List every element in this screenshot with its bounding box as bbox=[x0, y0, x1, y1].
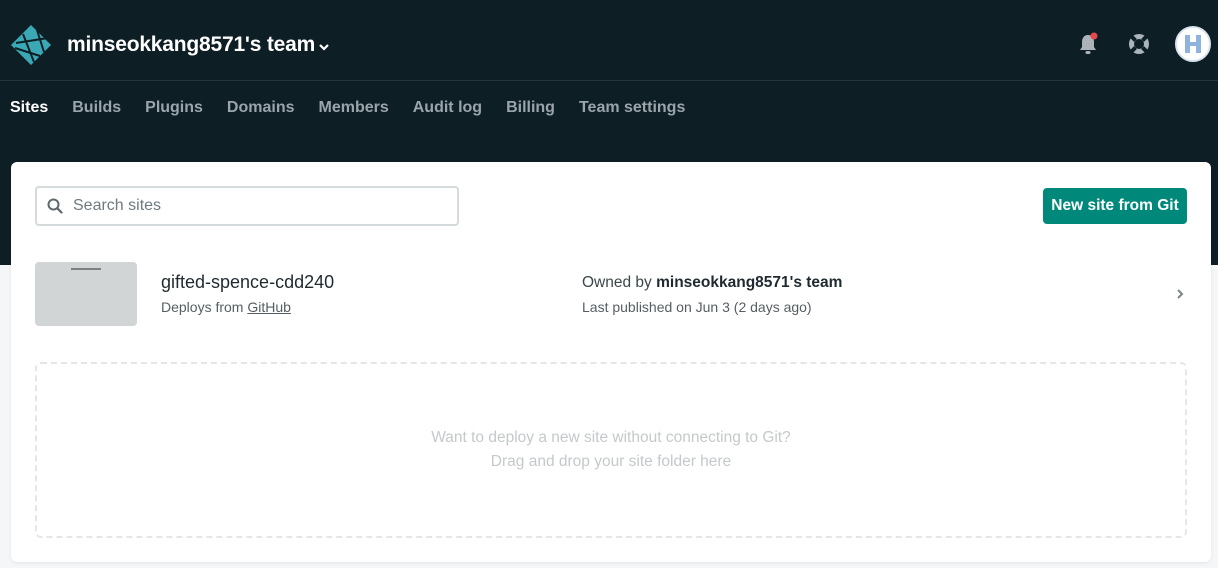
new-site-from-git-button[interactable]: New site from Git bbox=[1043, 188, 1187, 224]
dropzone-line-2: Drag and drop your site folder here bbox=[490, 453, 732, 470]
deploy-source: Deploys from GitHub bbox=[161, 299, 291, 315]
site-thumbnail bbox=[35, 262, 137, 326]
team-nav: Sites Builds Plugins Domains Members Aud… bbox=[0, 99, 699, 123]
chevron-down-icon bbox=[319, 33, 329, 57]
tab-plugins[interactable]: Plugins bbox=[145, 99, 203, 123]
avatar[interactable] bbox=[1175, 26, 1211, 62]
drag-drop-zone[interactable]: Want to deploy a new site without connec… bbox=[35, 362, 1187, 538]
search-icon bbox=[47, 198, 63, 214]
chevron-right-icon bbox=[1175, 287, 1187, 301]
tab-domains[interactable]: Domains bbox=[227, 99, 295, 123]
dropzone-line-1: Want to deploy a new site without connec… bbox=[431, 429, 791, 446]
tab-team-settings[interactable]: Team settings bbox=[579, 99, 685, 123]
lifebuoy-icon[interactable] bbox=[1126, 31, 1152, 57]
bell-icon[interactable] bbox=[1075, 31, 1101, 57]
team-switcher[interactable]: minseokkang8571's team bbox=[67, 33, 329, 57]
tab-sites[interactable]: Sites bbox=[10, 99, 48, 123]
tab-audit-log[interactable]: Audit log bbox=[413, 99, 482, 123]
owner-prefix: Owned by bbox=[582, 274, 657, 291]
tab-billing[interactable]: Billing bbox=[506, 99, 555, 123]
thumbnail-preview-text bbox=[71, 268, 101, 270]
search-box[interactable] bbox=[35, 186, 459, 226]
team-name: minseokkang8571's team bbox=[67, 33, 316, 56]
site-row[interactable]: gifted-spence-cdd240 Deploys from GitHub… bbox=[35, 262, 1187, 326]
site-owner: Owned by minseokkang8571's team bbox=[582, 274, 842, 292]
last-published: Last published on Jun 3 (2 days ago) bbox=[582, 299, 812, 315]
search-input[interactable] bbox=[71, 196, 431, 216]
tab-members[interactable]: Members bbox=[319, 99, 389, 123]
tab-builds[interactable]: Builds bbox=[72, 99, 121, 123]
site-name[interactable]: gifted-spence-cdd240 bbox=[161, 272, 334, 293]
netlify-logo-icon[interactable] bbox=[10, 24, 52, 66]
owner-name: minseokkang8571's team bbox=[656, 274, 843, 291]
github-link[interactable]: GitHub bbox=[247, 299, 291, 315]
sites-card: New site from Git gifted-spence-cdd240 D… bbox=[11, 162, 1211, 562]
header: minseokkang8571's team bbox=[0, 0, 1218, 81]
deploys-prefix: Deploys from bbox=[161, 299, 248, 315]
